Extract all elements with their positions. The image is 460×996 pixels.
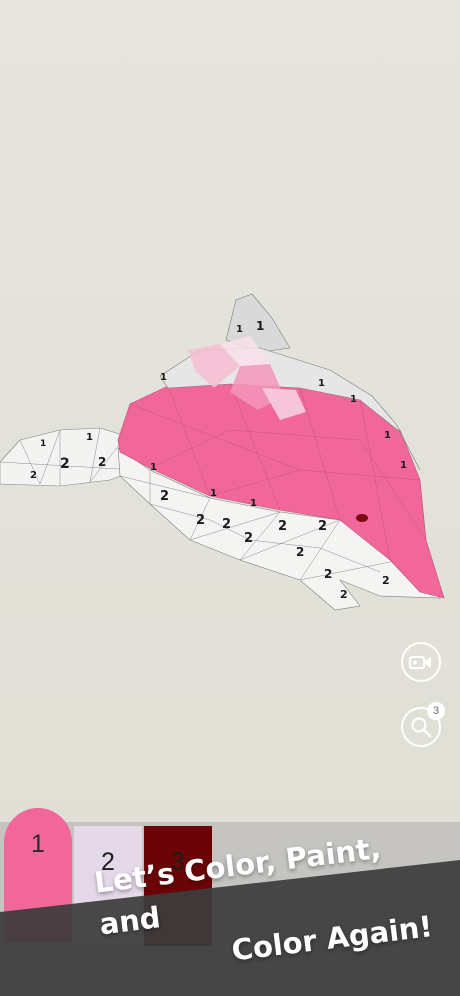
region-number: 2 (60, 456, 70, 472)
region-number: 2 (196, 513, 205, 528)
region-number: 2 (318, 519, 327, 534)
region-number: 1 (160, 372, 167, 383)
region-number: 1 (40, 439, 46, 449)
region-number: 1 (384, 430, 391, 441)
region-number: 1 (318, 378, 325, 389)
video-camera-icon (409, 656, 431, 669)
dolphin-model[interactable]: 2 2 2 1 1 1 1 1 1 1 1 1 2 2 2 2 2 2 2 2 … (0, 293, 445, 611)
region-number: 2 (30, 470, 37, 481)
dolphin-eye (356, 514, 368, 522)
region-number: 2 (98, 455, 106, 469)
region-number: 1 (86, 432, 93, 443)
region-number: 2 (278, 519, 287, 534)
region-number: 1 (210, 488, 217, 499)
region-number: 2 (340, 588, 348, 601)
region-number: 2 (244, 531, 253, 546)
region-number: 2 (324, 567, 332, 581)
hint-button[interactable]: 3 (401, 702, 445, 747)
region-number: 2 (160, 489, 169, 504)
record-button[interactable] (401, 642, 441, 682)
region-number: 1 (350, 394, 357, 405)
region-number: 2 (222, 517, 231, 532)
coloring-canvas[interactable]: 2 2 2 1 1 1 1 1 1 1 1 1 2 2 2 2 2 2 2 2 … (0, 0, 460, 820)
magnifier-icon (411, 717, 432, 738)
region-number: 2 (382, 574, 390, 587)
hint-count-badge: 3 (427, 702, 445, 720)
region-number: 1 (150, 462, 157, 473)
region-number: 1 (236, 324, 243, 335)
region-number: 1 (250, 498, 257, 509)
region-number: 2 (296, 545, 304, 559)
region-number: 1 (256, 319, 264, 333)
region-number: 1 (400, 460, 407, 471)
